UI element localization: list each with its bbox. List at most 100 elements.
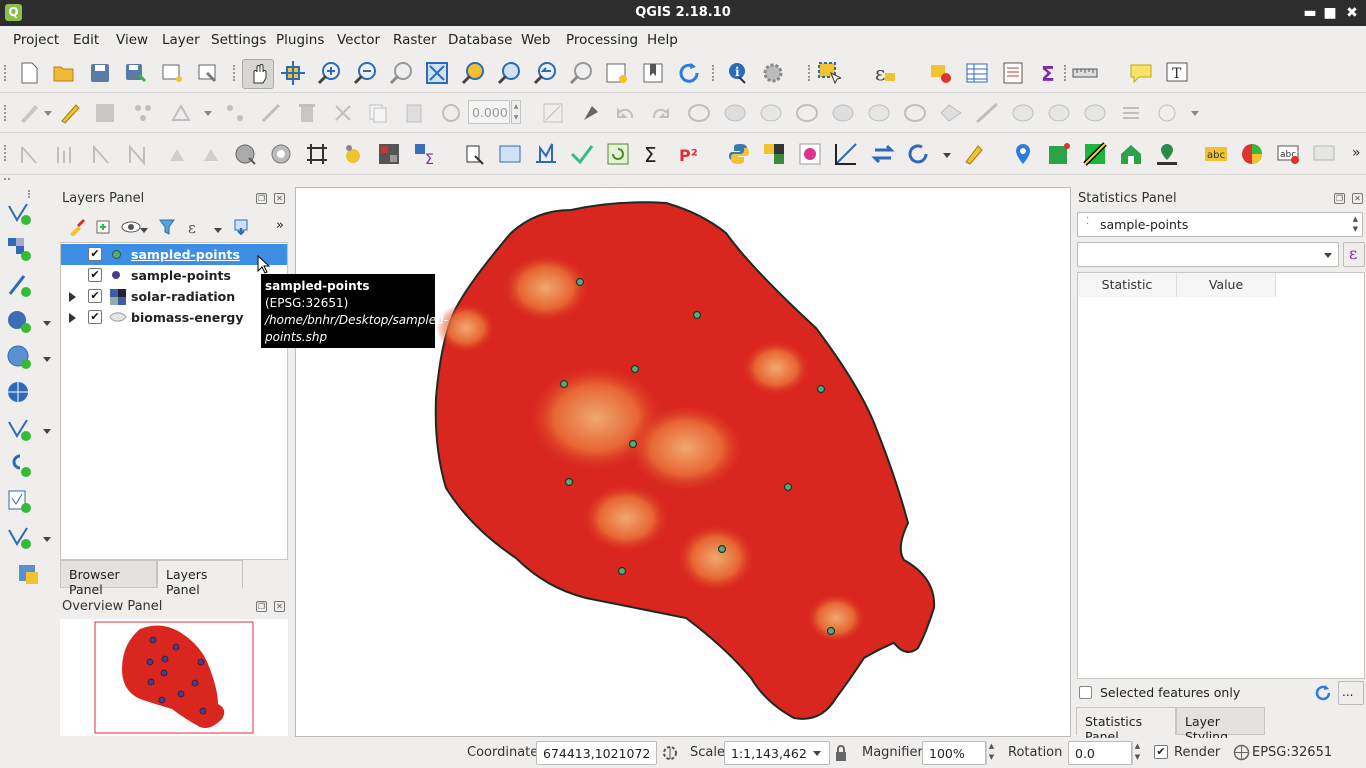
extend-tool-icon[interactable] — [198, 141, 224, 167]
chevron-down-icon[interactable] — [943, 153, 951, 158]
menu-view[interactable]: View — [116, 32, 148, 48]
sync-icon[interactable] — [870, 141, 896, 167]
composer-manager-icon[interactable] — [195, 60, 221, 86]
zoom-last-icon[interactable] — [532, 60, 558, 86]
tab-browser-panel[interactable]: Browser Panel — [60, 560, 157, 597]
chevron-down-icon[interactable] — [214, 228, 222, 233]
close-panel-icon[interactable]: ✕ — [274, 601, 285, 612]
magnifier-field[interactable]: 100% — [922, 741, 986, 765]
close-panel-icon[interactable]: ✕ — [1352, 193, 1363, 204]
point-sampling-icon[interactable] — [340, 141, 366, 167]
field-select-combo[interactable] — [1077, 242, 1339, 267]
add-vector-layer-icon[interactable] — [6, 200, 32, 226]
chevron-down-icon[interactable] — [813, 751, 821, 756]
delete-selected-icon[interactable] — [294, 100, 320, 126]
split-features-icon[interactable] — [974, 100, 1000, 126]
trace-icon[interactable] — [52, 141, 78, 167]
layer-row-sample-points[interactable]: ✔ sample-points — [61, 265, 287, 286]
add-ring-icon[interactable] — [686, 100, 712, 126]
save-layer-edits-icon[interactable] — [92, 100, 118, 126]
float-panel-icon[interactable]: ❐ — [256, 193, 267, 204]
new-map-view-icon[interactable] — [604, 60, 630, 86]
chevron-down-icon[interactable] — [1324, 253, 1332, 258]
layer-visibility-checkbox[interactable]: ✔ — [88, 289, 102, 303]
processing-toolbox-icon[interactable] — [462, 141, 488, 167]
redo-icon[interactable] — [648, 100, 674, 126]
rotate-point-symbols-icon[interactable] — [1118, 100, 1144, 126]
statistics-options-button[interactable]: ... — [1338, 681, 1364, 705]
delete-ring-icon[interactable] — [794, 100, 820, 126]
measure-line-icon[interactable] — [1072, 60, 1098, 86]
lock-scale-icon[interactable] — [834, 744, 848, 762]
snapping-spinner[interactable]: ▲ ▼ — [511, 100, 521, 124]
overview-map[interactable] — [60, 619, 288, 736]
toolbar-grip[interactable] — [4, 105, 8, 121]
add-virtual-layer-icon[interactable] — [6, 452, 32, 478]
chevron-down-icon[interactable] — [140, 228, 148, 233]
zoom-native-icon[interactable] — [388, 60, 414, 86]
menu-raster[interactable]: Raster — [393, 32, 437, 48]
menu-web[interactable]: Web — [521, 32, 550, 48]
statistical-summary-icon[interactable]: Σ — [1036, 60, 1062, 86]
deselect-all-icon[interactable] — [928, 60, 954, 86]
home-icon[interactable] — [1118, 141, 1144, 167]
float-panel-icon[interactable]: ❐ — [1334, 193, 1345, 204]
zoom-to-layer-icon[interactable] — [496, 60, 522, 86]
new-project-icon[interactable] — [16, 60, 42, 86]
label-settings-icon[interactable] — [1311, 141, 1337, 167]
toolbar-grip[interactable] — [4, 65, 8, 81]
save-as-icon[interactable] — [123, 60, 149, 86]
tab-layers-panel[interactable]: Layers Panel — [157, 560, 243, 597]
field-calculator-icon[interactable] — [1000, 60, 1026, 86]
expression-button[interactable]: ε — [1343, 242, 1365, 267]
python-console-icon[interactable] — [726, 141, 752, 167]
current-edits-icon[interactable] — [16, 100, 42, 126]
column-header-statistic[interactable]: Statistic — [1078, 273, 1177, 297]
pie-chart-icon[interactable] — [1239, 141, 1265, 167]
add-wms-layer-icon[interactable] — [6, 344, 32, 370]
column-header-value[interactable]: Value — [1177, 273, 1276, 297]
select-features-icon[interactable] — [816, 60, 842, 86]
georeferencer-icon[interactable] — [232, 141, 258, 167]
label-abc-icon[interactable]: abc — [1203, 141, 1229, 167]
expand-arrow-icon[interactable] — [69, 292, 76, 302]
menu-help[interactable]: Help — [647, 32, 678, 48]
select-by-expression-icon[interactable]: ε — [872, 60, 898, 86]
zoom-full-icon[interactable] — [424, 60, 450, 86]
menu-project[interactable]: Project — [13, 32, 59, 48]
chevron-down-icon[interactable] — [43, 429, 51, 434]
graphical-modeler-icon[interactable] — [497, 141, 523, 167]
close-button[interactable]: ✖ — [1342, 3, 1362, 23]
rotation-field[interactable]: 0.0 — [1068, 741, 1132, 765]
location-person-icon[interactable] — [1154, 141, 1180, 167]
rotation-spinner[interactable]: ▲ ▼ — [1132, 741, 1142, 765]
selected-only-checkbox[interactable] — [1079, 686, 1092, 699]
toggle-editing-icon[interactable] — [57, 100, 83, 126]
add-spatialite-icon[interactable] — [6, 416, 32, 442]
action-gear-icon[interactable] — [760, 60, 786, 86]
attribute-table-icon[interactable] — [964, 60, 990, 86]
visibility-eye-icon[interactable] — [118, 214, 144, 240]
toolbar-overflow-icon[interactable]: » — [1352, 145, 1361, 161]
pan-map-icon[interactable] — [242, 59, 274, 89]
chevron-down-icon[interactable] — [1191, 111, 1199, 116]
crs-label[interactable]: EPSG:32651 — [1252, 745, 1332, 760]
statistics-sigma-icon[interactable]: Σ — [641, 141, 667, 167]
flag-icon[interactable] — [1082, 141, 1108, 167]
add-delimited-text-icon[interactable] — [6, 272, 32, 298]
map-canvas[interactable] — [295, 187, 1071, 737]
snapping-icon[interactable] — [438, 100, 464, 126]
pan-to-selection-icon[interactable] — [280, 60, 306, 86]
processing-results-icon[interactable] — [569, 141, 595, 167]
coordinate-field[interactable]: 674413,1021072 — [536, 741, 657, 765]
move-feature-icon[interactable] — [222, 100, 248, 126]
green-square-icon[interactable] — [1046, 141, 1072, 167]
digitize-tool-icon[interactable] — [961, 141, 987, 167]
fill-tool-icon[interactable] — [164, 141, 190, 167]
copy-features-icon[interactable] — [365, 100, 391, 126]
dock-grip[interactable] — [4, 178, 10, 180]
scale-feature-icon[interactable] — [124, 141, 150, 167]
tab-layer-styling[interactable]: Layer Styling — [1176, 707, 1265, 744]
grid-tool-icon[interactable] — [304, 141, 330, 167]
menu-processing[interactable]: Processing — [566, 32, 638, 48]
